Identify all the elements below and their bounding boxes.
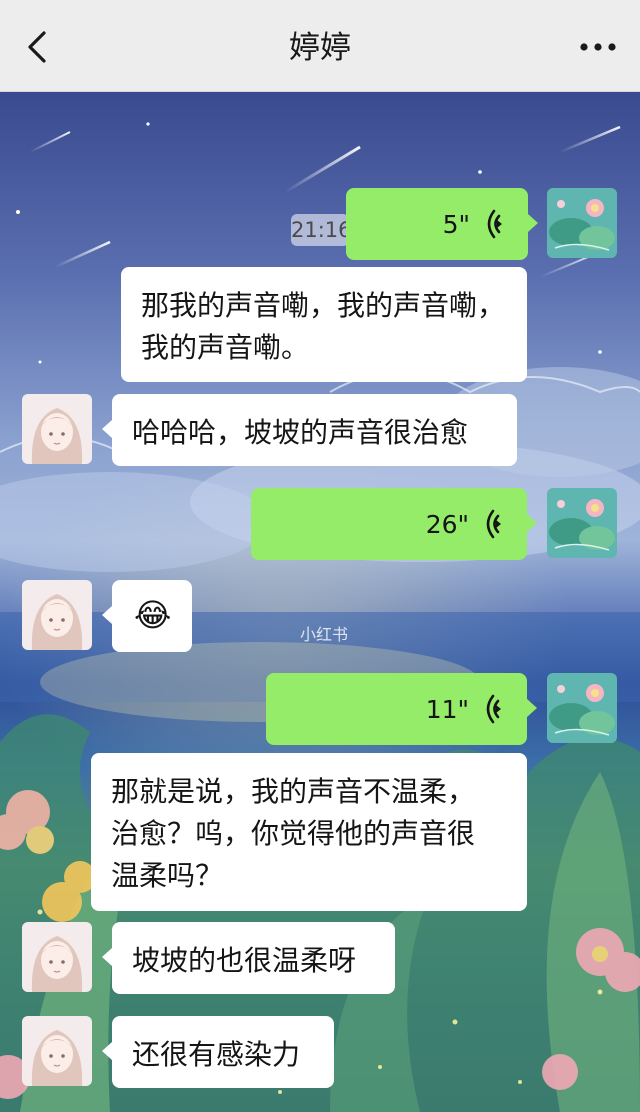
voice-wave-icon xyxy=(485,509,511,539)
voice-message-bubble[interactable]: 11" xyxy=(266,673,537,745)
timestamp: 21:16 xyxy=(291,214,352,246)
bubble-tail xyxy=(527,514,537,532)
text-message-bubble[interactable]: 还很有感染力 xyxy=(102,1016,334,1088)
bubble-tail xyxy=(527,699,537,717)
voice-wave-icon xyxy=(486,209,512,239)
bubble-tail xyxy=(528,214,538,232)
friend-avatar[interactable] xyxy=(22,922,92,992)
message-text-line: 坡坡的也很温柔呀 xyxy=(132,944,357,977)
message-text-line: 我的声音嘞。 xyxy=(141,331,310,364)
message-text-line: 那就是说，我的声音不温柔， xyxy=(111,775,476,808)
friend-avatar[interactable] xyxy=(22,394,92,464)
friend-avatar[interactable] xyxy=(22,1016,92,1086)
ellipsis-icon[interactable] xyxy=(578,30,618,64)
my-avatar[interactable] xyxy=(547,673,617,743)
bubble-tail xyxy=(102,948,112,966)
voice-duration: 26" xyxy=(425,510,469,539)
message-text-line: 哈哈哈，坡坡的声音很治愈 xyxy=(132,416,469,449)
bubble-tail xyxy=(102,1042,112,1060)
voice-wave-icon xyxy=(485,694,511,724)
text-message-bubble[interactable]: 那我的声音嘞，我的声音嘞， 我的声音嘞。 xyxy=(121,267,527,382)
my-avatar[interactable] xyxy=(547,188,617,258)
bubble-tail xyxy=(102,420,112,438)
message-text-line: 温柔吗？ xyxy=(111,859,224,892)
voice-message-bubble[interactable]: 26" xyxy=(251,488,537,560)
message-text-line: 那我的声音嘞，我的声音嘞， xyxy=(141,289,506,322)
text-message-bubble[interactable]: 那就是说，我的声音不温柔， 治愈？呜，你觉得他的声音很 温柔吗？ xyxy=(91,753,527,911)
voice-message-bubble[interactable]: 5" xyxy=(346,188,538,260)
voice-duration: 5" xyxy=(442,210,470,239)
friend-avatar[interactable] xyxy=(22,580,92,650)
chat-title: 婷婷 xyxy=(289,30,351,66)
watermark: 小红书 xyxy=(300,625,348,644)
text-message-bubble[interactable]: 坡坡的也很温柔呀 xyxy=(102,922,395,994)
message-text-line: 还很有感染力 xyxy=(132,1038,301,1071)
message-text-line: 治愈？呜，你觉得他的声音很 xyxy=(111,817,476,850)
emoji-message-bubble[interactable]: 😂 xyxy=(102,580,192,652)
chat-header: 婷婷 xyxy=(0,0,640,92)
voice-duration: 11" xyxy=(425,695,469,724)
bubble-tail xyxy=(102,606,112,624)
text-message-bubble[interactable]: 哈哈哈，坡坡的声音很治愈 xyxy=(102,394,517,466)
emoji-tears-of-joy: 😂 xyxy=(134,596,172,634)
my-avatar[interactable] xyxy=(547,488,617,558)
